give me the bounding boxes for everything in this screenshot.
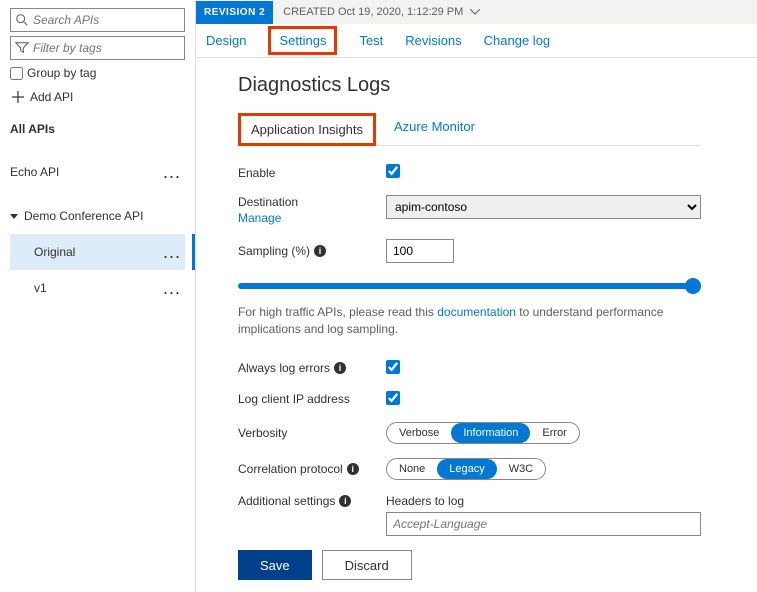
- always-log-checkbox[interactable]: [386, 360, 400, 374]
- sampling-input[interactable]: [386, 239, 454, 263]
- sampling-label: Sampling (%): [238, 244, 310, 258]
- correlation-none[interactable]: None: [387, 459, 437, 479]
- api-version-v1[interactable]: v1 ...: [10, 270, 185, 306]
- correlation-legacy[interactable]: Legacy: [437, 459, 496, 479]
- footer-actions: Save Discard: [196, 538, 757, 592]
- sampling-hint: For high traffic APIs, please read this …: [238, 304, 701, 338]
- destination-label: Destination: [238, 195, 298, 209]
- revision-created[interactable]: CREATED Oct 19, 2020, 1:12:29 PM: [283, 6, 480, 18]
- subtabs: Application Insights Azure Monitor: [238, 113, 701, 146]
- correlation-w3c[interactable]: W3C: [497, 459, 545, 479]
- correlation-group: None Legacy W3C: [386, 458, 546, 480]
- more-icon[interactable]: ...: [163, 279, 185, 297]
- page-title: Diagnostics Logs: [238, 74, 701, 97]
- plus-icon: [12, 91, 24, 103]
- headers-label: Headers to log: [386, 494, 701, 508]
- filter-input[interactable]: [33, 41, 180, 55]
- all-apis-link[interactable]: All APIs: [10, 122, 185, 136]
- group-by-tag-checkbox[interactable]: [10, 67, 23, 80]
- chevron-down-icon: [10, 214, 18, 219]
- additional-label: Additional settings: [238, 494, 335, 508]
- info-icon[interactable]: i: [334, 362, 346, 374]
- save-button[interactable]: Save: [238, 550, 312, 580]
- sampling-slider[interactable]: [238, 283, 701, 289]
- always-log-label: Always log errors: [238, 361, 330, 375]
- revision-bar: REVISION 2 CREATED Oct 19, 2020, 1:12:29…: [196, 0, 757, 24]
- api-version-original[interactable]: Original ...: [10, 234, 185, 270]
- manage-link[interactable]: Manage: [238, 211, 281, 225]
- correlation-label: Correlation protocol: [238, 462, 343, 476]
- tabs: Design Settings Test Revisions Change lo…: [196, 24, 757, 58]
- verbosity-verbose[interactable]: Verbose: [387, 423, 451, 443]
- search-input[interactable]: [33, 13, 180, 27]
- more-icon[interactable]: ...: [163, 243, 185, 261]
- chevron-down-icon: [470, 9, 480, 15]
- info-icon[interactable]: i: [347, 463, 359, 475]
- documentation-link[interactable]: documentation: [437, 305, 516, 319]
- tab-changelog[interactable]: Change log: [484, 33, 551, 48]
- add-api-button[interactable]: Add API: [12, 90, 185, 104]
- subtab-app-insights[interactable]: Application Insights: [238, 113, 376, 146]
- group-by-tag-row: Group by tag: [10, 66, 185, 80]
- discard-button[interactable]: Discard: [322, 550, 412, 580]
- verbosity-label: Verbosity: [238, 426, 287, 440]
- verbosity-group: Verbose Information Error: [386, 422, 580, 444]
- search-apis[interactable]: [10, 8, 185, 32]
- group-by-tag-label: Group by tag: [27, 66, 96, 80]
- enable-checkbox[interactable]: [386, 164, 400, 178]
- more-icon[interactable]: ...: [163, 163, 185, 181]
- enable-label: Enable: [238, 166, 386, 180]
- subtab-azure-monitor[interactable]: Azure Monitor: [394, 119, 475, 140]
- log-ip-label: Log client IP address: [238, 392, 350, 406]
- filter-icon: [15, 41, 29, 55]
- api-item-demo-conference[interactable]: Demo Conference API: [10, 198, 185, 234]
- sidebar: Group by tag Add API All APIs Echo API .…: [0, 0, 196, 592]
- tab-test[interactable]: Test: [359, 33, 383, 48]
- headers-input[interactable]: [386, 512, 701, 536]
- api-item-echo[interactable]: Echo API ...: [10, 154, 185, 190]
- revision-badge: REVISION 2: [196, 1, 273, 24]
- search-icon: [15, 13, 29, 27]
- destination-select[interactable]: apim-contoso: [386, 195, 701, 219]
- tab-design[interactable]: Design: [206, 33, 246, 48]
- tab-revisions[interactable]: Revisions: [405, 33, 461, 48]
- verbosity-error[interactable]: Error: [530, 423, 578, 443]
- info-icon[interactable]: i: [339, 495, 351, 507]
- log-ip-checkbox[interactable]: [386, 391, 400, 405]
- info-icon[interactable]: i: [314, 245, 326, 257]
- filter-tags[interactable]: [10, 36, 185, 60]
- tab-settings[interactable]: Settings: [268, 26, 337, 55]
- verbosity-information[interactable]: Information: [451, 423, 530, 443]
